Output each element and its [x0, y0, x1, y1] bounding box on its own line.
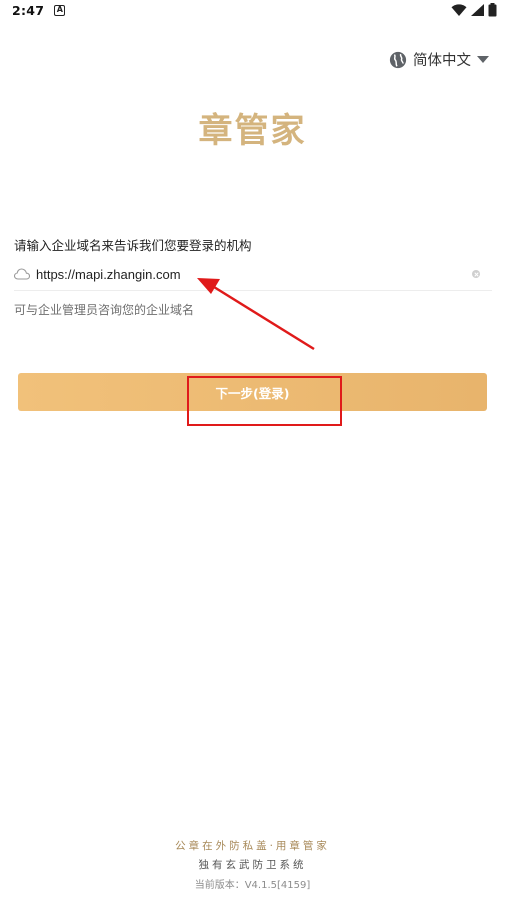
domain-prompt: 请输入企业域名来告诉我们您要登录的机构 [14, 238, 252, 253]
app-logo: 章管家 [198, 111, 307, 151]
status-bar: 2:47 A [0, 0, 505, 20]
globe-icon [389, 51, 407, 68]
language-selector[interactable]: 简体中文 [389, 49, 489, 70]
annotation-highlight-box [187, 376, 342, 426]
battery-icon [488, 3, 497, 17]
domain-hint: 可与企业管理员咨询您的企业域名 [14, 303, 195, 317]
status-time: 2:47 [12, 2, 45, 18]
notification-icon: A [54, 4, 66, 16]
language-label: 简体中文 [413, 53, 471, 69]
cloud-icon [14, 268, 30, 280]
clear-input-icon[interactable] [472, 270, 480, 278]
dropdown-arrow-icon [477, 55, 489, 63]
app-version: 当前版本：V4.1.5[4159] [194, 880, 311, 891]
status-icons [451, 3, 497, 17]
signal-icon [471, 4, 484, 16]
footer-slogan: 公章在外防私盖·用章管家 [175, 840, 330, 852]
wifi-icon [451, 4, 467, 16]
domain-input[interactable] [36, 266, 436, 282]
footer-subtitle: 独有玄武防卫系统 [198, 859, 307, 871]
domain-input-row [14, 258, 492, 291]
